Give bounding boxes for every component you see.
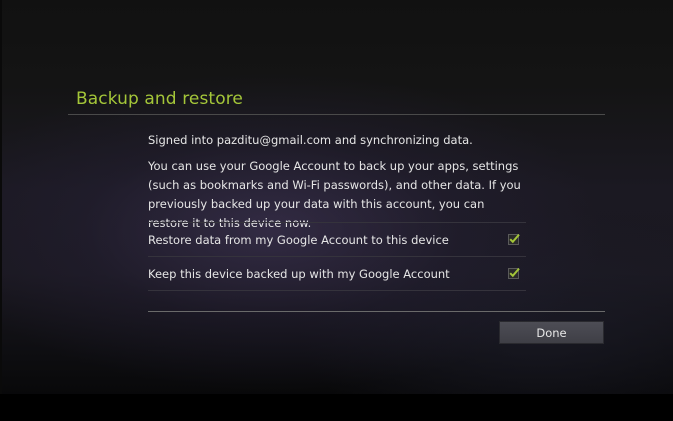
keep-backed-up-checkbox[interactable] <box>508 267 520 279</box>
done-button[interactable]: Done <box>499 321 604 344</box>
keep-backed-up-label: Keep this device backed up with my Googl… <box>148 267 450 281</box>
signed-in-text: Signed into pazditu@gmail.com and synchr… <box>148 133 473 147</box>
restore-data-option[interactable]: Restore data from my Google Account to t… <box>148 222 526 255</box>
dialog-content: Signed into pazditu@gmail.com and synchr… <box>148 132 528 233</box>
restore-data-label: Restore data from my Google Account to t… <box>148 233 449 247</box>
page-title: Backup and restore <box>76 89 243 109</box>
title-divider <box>68 114 605 115</box>
system-bar <box>0 394 673 421</box>
restore-data-checkbox[interactable] <box>508 233 520 245</box>
button-divider <box>148 311 605 312</box>
screen-edge <box>0 0 2 394</box>
keep-backed-up-option[interactable]: Keep this device backed up with my Googl… <box>148 256 526 291</box>
backup-restore-screen: Backup and restore Signed into pazditu@g… <box>0 0 673 421</box>
